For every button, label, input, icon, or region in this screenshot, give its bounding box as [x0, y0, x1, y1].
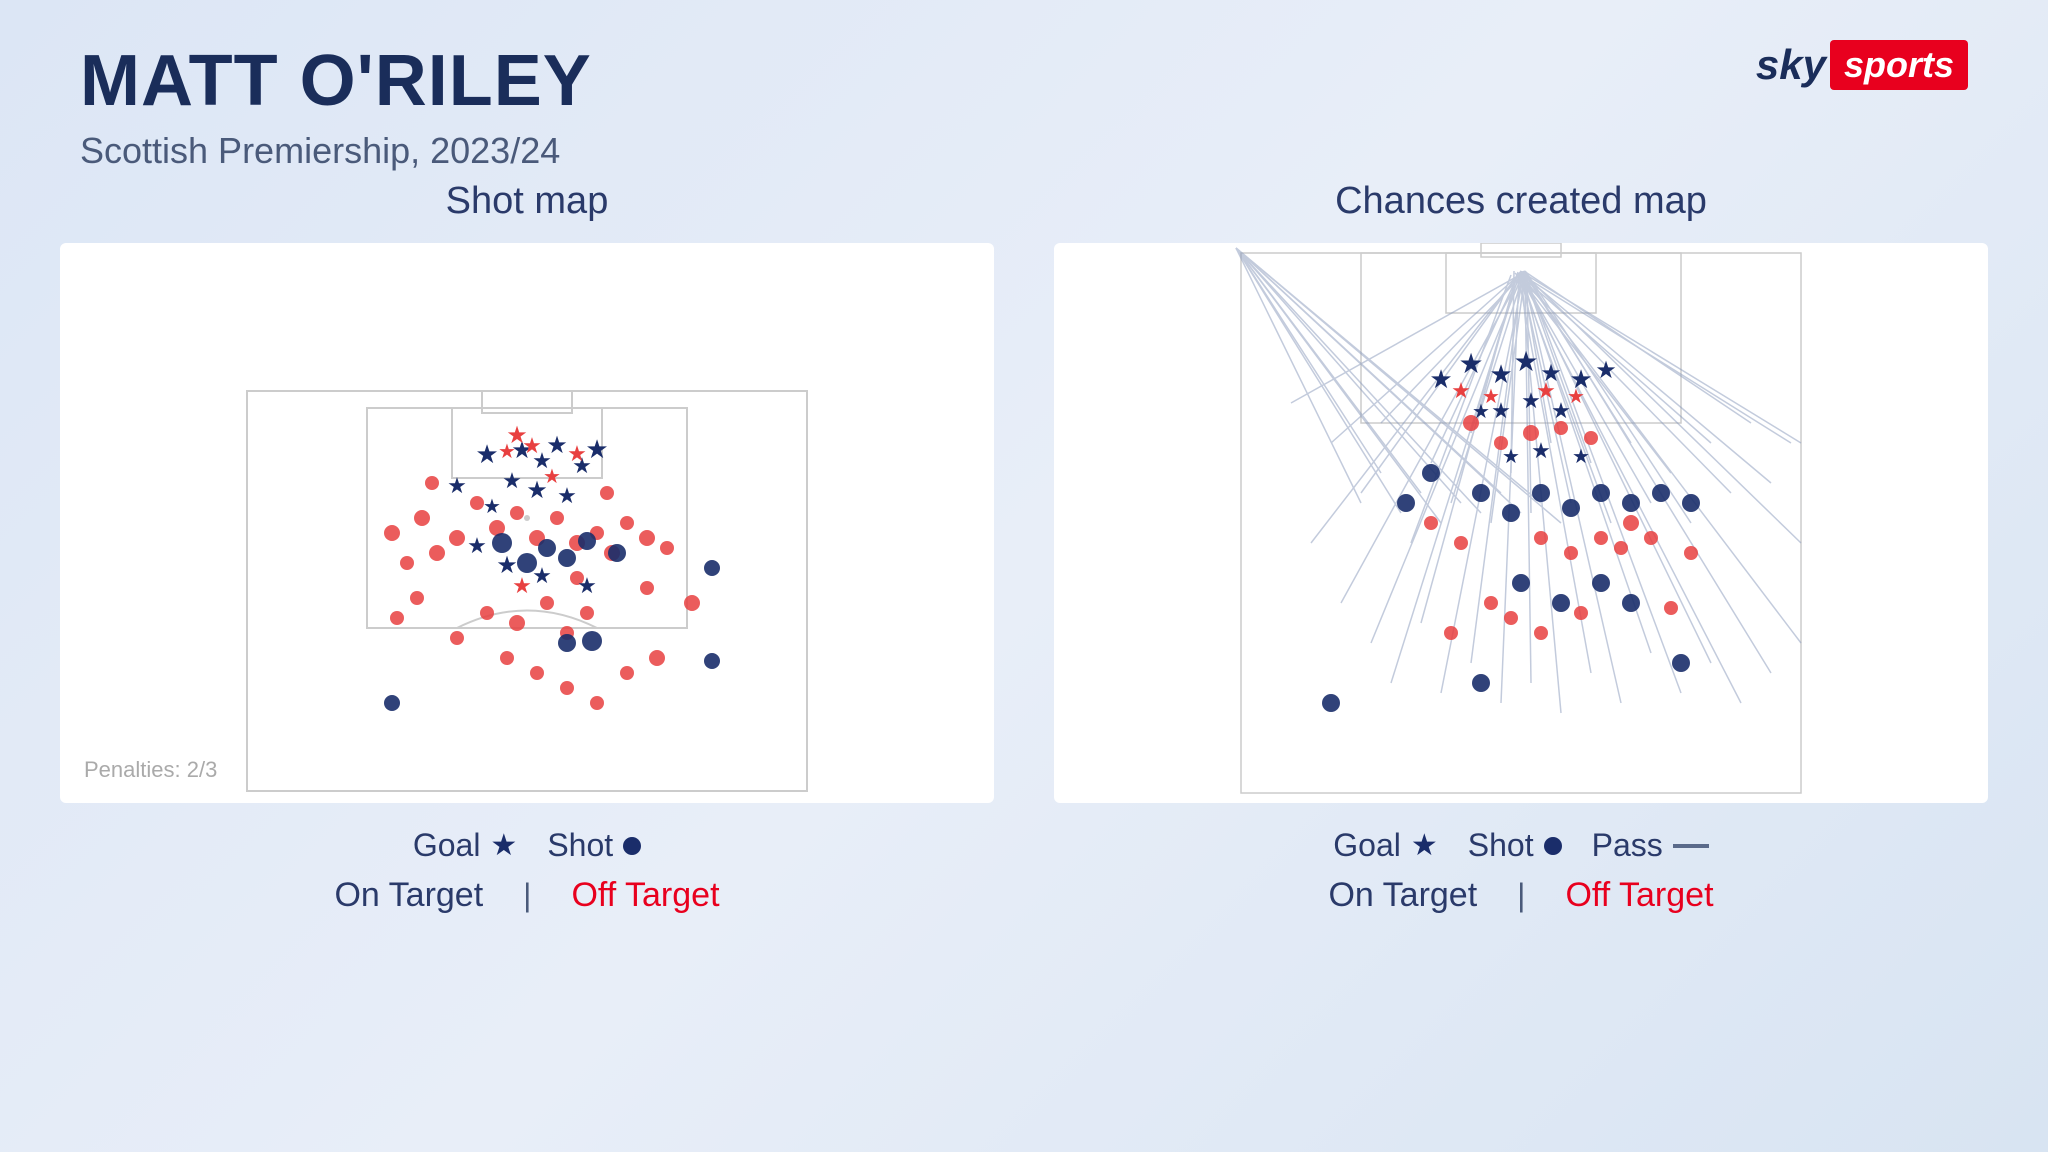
legend-row-2: On Target | Off Target [334, 876, 719, 915]
header: MATT O'RILEY Scottish Premiership, 2023/… [80, 40, 592, 172]
chances-map-title: Chances created map [1335, 180, 1707, 223]
shot-legend: Shot [547, 827, 641, 864]
off-target-label: Off Target [1565, 876, 1713, 915]
on-target-label: On Target [1328, 876, 1477, 915]
svg-text:★: ★ [502, 468, 522, 493]
svg-text:★: ★ [546, 432, 568, 459]
goal-label: Goal [413, 827, 481, 864]
goal-legend: Goal ★ [413, 827, 518, 864]
shot-map-title: Shot map [446, 180, 609, 223]
legend-row-1: Goal ★ Shot Pass [1328, 827, 1713, 864]
off-target-label: Off Target [571, 876, 719, 915]
player-name: MATT O'RILEY [80, 40, 592, 122]
sports-badge: sports [1830, 40, 1968, 90]
chances-map-legend: Goal ★ Shot Pass On Target | Off Target [1328, 827, 1713, 927]
goal-star-icon: ★ [1411, 828, 1438, 863]
svg-text:★: ★ [1458, 348, 1483, 379]
penalties-note: Penalties: 2/3 [84, 757, 217, 783]
pass-label: Pass [1592, 827, 1663, 864]
svg-text:★: ★ [1595, 357, 1617, 384]
legend-row-1: Goal ★ Shot [334, 827, 719, 864]
svg-text:★: ★ [577, 573, 597, 598]
svg-text:★: ★ [567, 441, 587, 466]
goal-star-icon: ★ [490, 828, 517, 863]
chances-map-pitch: ★ ★ ★ ★ ★ ★ ★ ★ ★ ★ ★ ★ ★ ★ ★ ★ ★ ★ [1054, 243, 1988, 803]
sky-sports-logo: sky sports [1756, 40, 1968, 90]
subtitle: Scottish Premiership, 2023/24 [80, 130, 592, 172]
svg-text:★: ★ [1429, 364, 1452, 394]
svg-text:★: ★ [1536, 378, 1556, 403]
sky-text: sky [1756, 41, 1826, 89]
shot-dot-icon [623, 837, 641, 855]
shot-map-section: Shot map [60, 180, 994, 927]
shot-label: Shot [1468, 827, 1534, 864]
svg-text:★: ★ [585, 434, 608, 464]
shot-label: Shot [547, 827, 613, 864]
svg-text:★: ★ [1489, 359, 1512, 389]
svg-text:★: ★ [483, 496, 501, 518]
svg-text:★: ★ [447, 473, 467, 498]
svg-text:★: ★ [1513, 346, 1538, 377]
goal-legend: Goal ★ [1333, 827, 1438, 864]
pass-line-icon [1673, 844, 1709, 848]
shot-map-pitch: ★ ★ ★ ★ ★ ★ ★ ★ ★ ★ ★ ★ ★ ★ ★ [60, 243, 994, 803]
svg-text:★: ★ [1567, 386, 1585, 408]
svg-text:★: ★ [543, 466, 561, 488]
svg-text:★: ★ [512, 573, 532, 598]
svg-text:★: ★ [467, 533, 487, 558]
separator: | [523, 877, 531, 914]
maps-container: Shot map [60, 180, 1988, 927]
svg-text:★: ★ [1482, 386, 1500, 408]
goal-label: Goal [1333, 827, 1401, 864]
separator: | [1517, 877, 1525, 914]
shot-map-legend: Goal ★ Shot On Target | Off Target [334, 827, 719, 927]
svg-text:★: ★ [498, 441, 516, 463]
chances-map-section: Chances created map [1054, 180, 1988, 927]
svg-text:★: ★ [475, 439, 498, 469]
svg-text:★: ★ [1572, 446, 1590, 468]
legend-row-2: On Target | Off Target [1328, 876, 1713, 915]
svg-text:★: ★ [1502, 446, 1520, 468]
svg-text:★: ★ [522, 433, 542, 458]
svg-text:★: ★ [1531, 438, 1551, 463]
pass-legend: Pass [1592, 827, 1709, 864]
on-target-label: On Target [334, 876, 483, 915]
shot-legend: Shot [1468, 827, 1562, 864]
svg-text:★: ★ [1451, 378, 1471, 403]
shot-dot-icon [1544, 837, 1562, 855]
